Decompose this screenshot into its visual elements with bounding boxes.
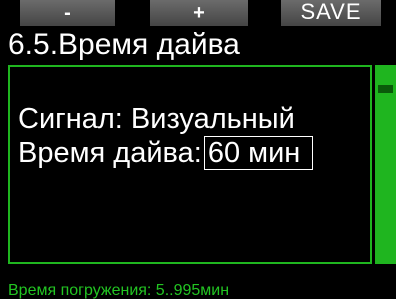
dive-time-setting-row[interactable]: Время дайва: 60 мин	[18, 136, 314, 170]
signal-value[interactable]: Визуальный	[131, 103, 295, 135]
plus-button[interactable]: +	[150, 0, 248, 26]
scrollbar[interactable]	[375, 65, 396, 264]
settings-panel: Сигнал: Визуальный Время дайва: 60 мин	[8, 65, 372, 264]
dive-time-value-field[interactable]: 60 мин	[203, 136, 314, 170]
scroll-thumb[interactable]	[378, 85, 393, 93]
minus-button[interactable]: -	[20, 0, 115, 26]
save-button[interactable]: SAVE	[281, 0, 381, 26]
range-hint: Время погружения: 5..995мин	[8, 282, 230, 299]
page-title: 6.5.Время дайва	[8, 28, 240, 61]
dive-time-label: Время дайва:	[18, 137, 202, 169]
signal-setting-row[interactable]: Сигнал: Визуальный	[18, 102, 295, 136]
signal-label: Сигнал:	[18, 103, 131, 135]
